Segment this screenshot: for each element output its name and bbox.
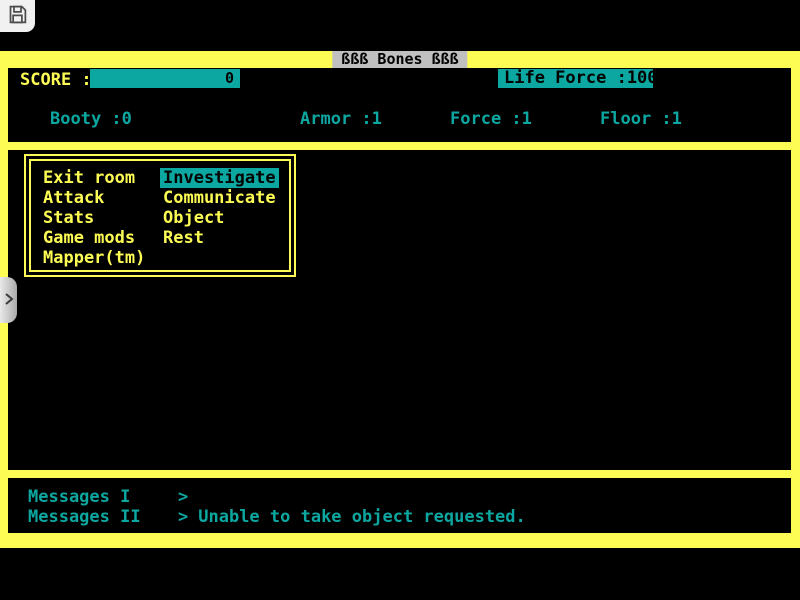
game-window: ßßß Bones ßßß SCORE : 0 Life Force :100 … — [0, 0, 800, 600]
menu-item-game-mods[interactable]: Game mods — [43, 228, 145, 248]
save-button[interactable] — [0, 0, 35, 32]
dos-screen: ßßß Bones ßßß SCORE : 0 Life Force :100 … — [0, 51, 800, 548]
menu-item-communicate[interactable]: Communicate — [163, 188, 279, 208]
menu-item-investigate[interactable]: Investigate — [160, 168, 279, 188]
stat-booty: Booty :0 — [50, 109, 132, 129]
score-label: SCORE : — [20, 70, 92, 90]
menu-item-mapper[interactable]: Mapper(tm) — [43, 248, 145, 268]
menu-column-left: Exit room Attack Stats Game mods Mapper(… — [43, 168, 145, 268]
stat-force: Force :1 — [450, 109, 532, 129]
message-1-label: Messages I — [28, 487, 178, 507]
life-force-display: Life Force :100 — [498, 69, 653, 88]
action-menu: Exit room Attack Stats Game mods Mapper(… — [24, 154, 296, 277]
side-drawer-toggle[interactable] — [0, 277, 17, 323]
action-menu-inner: Exit room Attack Stats Game mods Mapper(… — [29, 159, 291, 272]
menu-item-object[interactable]: Object — [163, 208, 279, 228]
messages-panel: Messages I> Messages II> Unable to take o… — [8, 478, 791, 533]
score-bar: 0 — [90, 69, 240, 88]
message-line-2: Messages II> Unable to take object reques… — [28, 507, 526, 527]
menu-item-stats[interactable]: Stats — [43, 208, 145, 228]
stat-floor: Floor :1 — [600, 109, 682, 129]
menu-column-right: Investigate Communicate Object Rest — [163, 168, 279, 248]
game-area: Exit room Attack Stats Game mods Mapper(… — [8, 150, 791, 470]
status-panel: SCORE : 0 Life Force :100 Booty :0 Armor… — [8, 68, 791, 142]
message-2-prompt: > — [178, 507, 188, 527]
message-1-prompt: > — [178, 487, 188, 507]
floppy-disk-icon — [7, 4, 28, 28]
message-2-text: Unable to take object requested. — [198, 507, 526, 527]
message-2-label: Messages II — [28, 507, 178, 527]
menu-item-rest[interactable]: Rest — [163, 228, 279, 248]
stat-armor: Armor :1 — [300, 109, 382, 129]
menu-item-attack[interactable]: Attack — [43, 188, 145, 208]
menu-item-exit-room[interactable]: Exit room — [43, 168, 145, 188]
message-line-1: Messages I> — [28, 487, 198, 507]
game-title: ßßß Bones ßßß — [332, 51, 467, 68]
chevron-right-icon — [3, 291, 15, 310]
